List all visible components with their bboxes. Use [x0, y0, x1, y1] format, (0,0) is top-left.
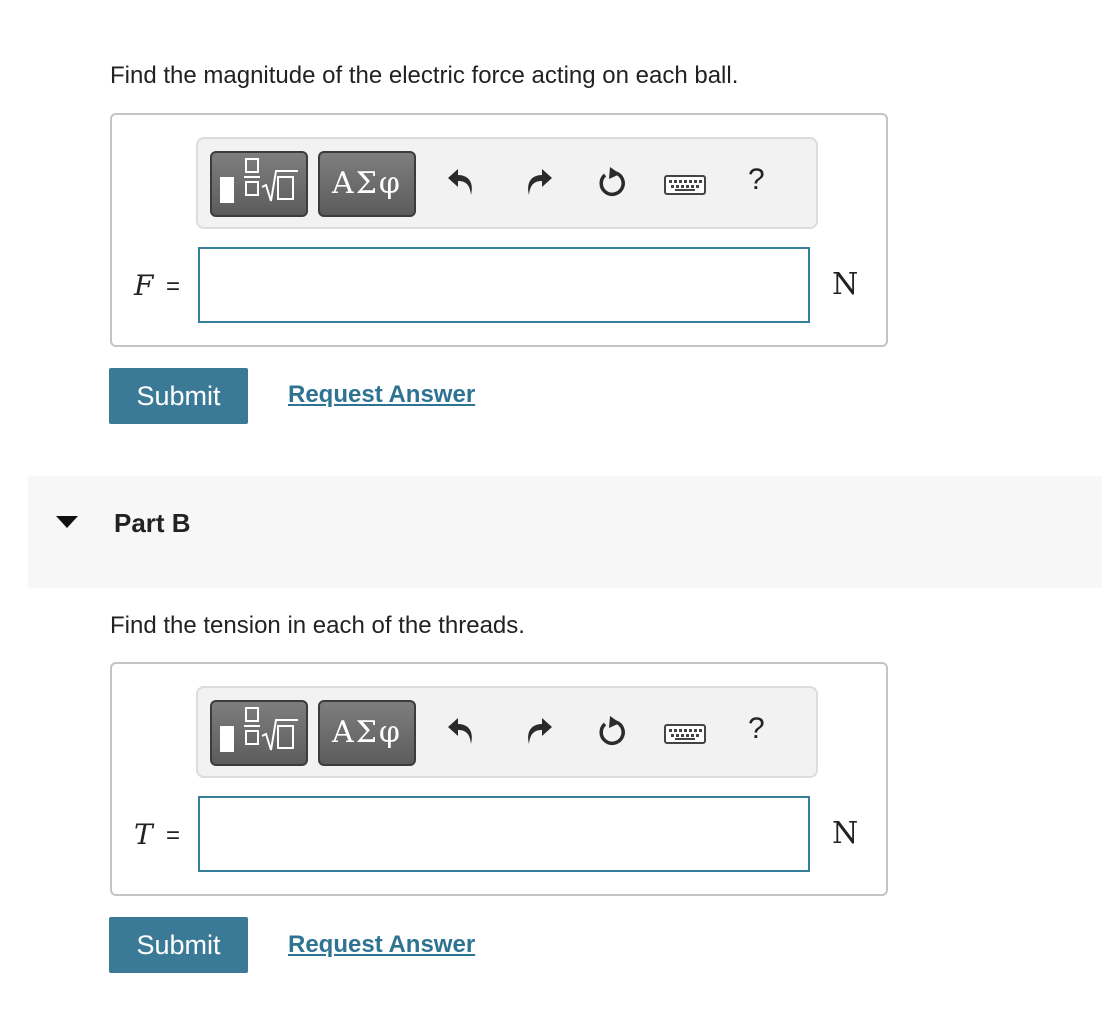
request-answer-link[interactable]: Request Answer [288, 381, 475, 409]
redo-icon[interactable] [524, 714, 554, 748]
greek-symbols-label: ΑΣφ [332, 715, 402, 750]
variable-label: T [134, 818, 153, 851]
unit-label: N [832, 267, 859, 302]
greek-symbols-button[interactable]: ΑΣφ [318, 151, 416, 217]
part-a-math-toolbar: ΑΣφ ? [196, 137, 818, 229]
redo-icon[interactable] [524, 165, 554, 199]
part-a-prompt: Find the magnitude of the electric force… [110, 62, 739, 89]
answer-input[interactable] [198, 247, 810, 323]
equals-sign: = [166, 822, 181, 849]
greek-symbols-label: ΑΣφ [332, 166, 402, 201]
part-b-header[interactable]: Part B [28, 476, 1102, 588]
templates-button[interactable] [210, 700, 308, 766]
part-b-math-toolbar: ΑΣφ ? [196, 686, 818, 778]
part-b-answer-box: ΑΣφ ? T = N [110, 662, 888, 896]
collapse-caret-icon[interactable] [56, 516, 78, 528]
fraction-sqrt-templates-icon [212, 158, 306, 219]
submit-button[interactable]: Submit [109, 917, 248, 973]
undo-icon[interactable] [446, 714, 476, 748]
equals-sign: = [166, 273, 181, 300]
help-button[interactable]: ? [748, 163, 765, 197]
fraction-sqrt-templates-icon [212, 707, 306, 768]
answer-input[interactable] [198, 796, 810, 872]
unit-label: N [832, 816, 859, 851]
help-button[interactable]: ? [748, 712, 765, 746]
templates-button[interactable] [210, 151, 308, 217]
keyboard-icon[interactable] [664, 724, 706, 744]
undo-icon[interactable] [446, 165, 476, 199]
reset-icon[interactable] [596, 714, 628, 748]
submit-button[interactable]: Submit [109, 368, 248, 424]
variable-label: F [134, 269, 154, 302]
request-answer-link[interactable]: Request Answer [288, 931, 475, 959]
part-b-prompt: Find the tension in each of the threads. [110, 612, 525, 639]
part-title: Part B [114, 508, 191, 538]
part-a-answer-box: ΑΣφ ? F = N [110, 113, 888, 347]
reset-icon[interactable] [596, 165, 628, 199]
greek-symbols-button[interactable]: ΑΣφ [318, 700, 416, 766]
keyboard-icon[interactable] [664, 175, 706, 195]
